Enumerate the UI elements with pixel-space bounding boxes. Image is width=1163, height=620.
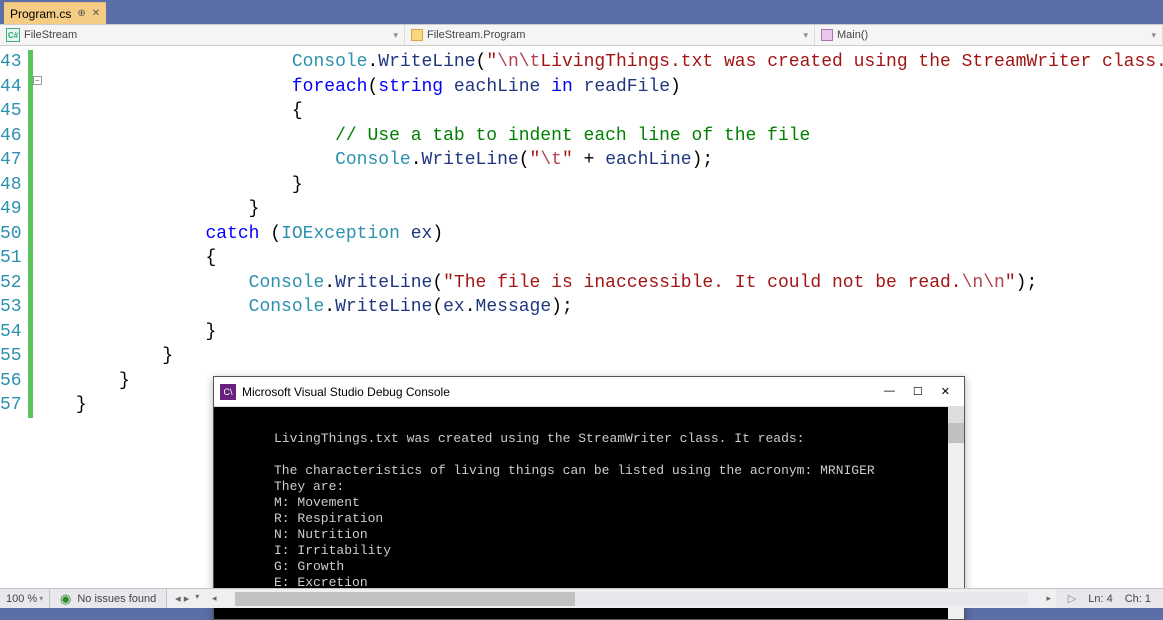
code-line[interactable]: // Use a tab to indent each line of the … bbox=[33, 124, 1163, 149]
line-number-gutter: 434445464748495051525354555657 bbox=[0, 46, 28, 588]
line-number: 52 bbox=[0, 271, 22, 296]
csharp-project-icon: C# bbox=[6, 28, 20, 42]
nav-method-dropdown[interactable]: Main() ▾ bbox=[815, 25, 1163, 45]
scroll-left-arrow[interactable]: ◂ bbox=[207, 593, 221, 604]
code-line[interactable]: } bbox=[33, 320, 1163, 345]
chevron-down-icon: ▾ bbox=[803, 30, 808, 41]
console-titlebar[interactable]: C\ Microsoft Visual Studio Debug Console… bbox=[214, 377, 964, 407]
line-number: 54 bbox=[0, 320, 22, 345]
line-number: 56 bbox=[0, 369, 22, 394]
line-number: 49 bbox=[0, 197, 22, 222]
chevron-down-icon: ▾ bbox=[393, 30, 398, 41]
nav-project-label: FileStream bbox=[24, 29, 77, 41]
line-number: 47 bbox=[0, 148, 22, 173]
line-number: 53 bbox=[0, 295, 22, 320]
code-line[interactable]: { bbox=[33, 246, 1163, 271]
vs-console-icon: C\ bbox=[220, 384, 236, 400]
issues-label: No issues found bbox=[77, 593, 156, 605]
debug-console-window: C\ Microsoft Visual Studio Debug Console… bbox=[213, 376, 965, 620]
code-line[interactable]: } bbox=[33, 344, 1163, 369]
zoom-level[interactable]: 100 % ▾ bbox=[0, 589, 50, 608]
code-editor: 434445464748495051525354555657 − Console… bbox=[0, 46, 1163, 588]
line-number: 50 bbox=[0, 222, 22, 247]
nav-class-dropdown[interactable]: FileStream.Program ▾ bbox=[405, 25, 815, 45]
line-number: 51 bbox=[0, 246, 22, 271]
code-line[interactable]: { bbox=[33, 99, 1163, 124]
document-tabstrip: Program.cs ⊕ ✕ bbox=[0, 0, 1163, 24]
code-line[interactable]: Console.WriteLine("\t" + eachLine); bbox=[33, 148, 1163, 173]
line-number: 44 bbox=[0, 75, 22, 100]
line-number: 43 bbox=[0, 50, 22, 75]
line-number: 46 bbox=[0, 124, 22, 149]
nav-next-icon[interactable]: ▷ bbox=[1068, 592, 1076, 605]
code-line[interactable]: Console.WriteLine("The file is inaccessi… bbox=[33, 271, 1163, 296]
method-icon bbox=[821, 29, 833, 41]
hscroll-thumb[interactable] bbox=[235, 592, 575, 606]
nav-class-label: FileStream.Program bbox=[427, 29, 525, 41]
maximize-button[interactable]: ☐ bbox=[913, 385, 923, 398]
navigation-bar: C# FileStream ▾ FileStream.Program ▾ Mai… bbox=[0, 24, 1163, 46]
console-text: LivingThings.txt was created using the S… bbox=[274, 431, 922, 606]
nav-project-dropdown[interactable]: C# FileStream ▾ bbox=[0, 25, 405, 45]
code-line[interactable]: } bbox=[33, 197, 1163, 222]
tab-label: Program.cs bbox=[10, 7, 71, 21]
tab-program-cs[interactable]: Program.cs ⊕ ✕ bbox=[4, 2, 106, 24]
code-line[interactable]: Console.WriteLine("\n\tLivingThings.txt … bbox=[33, 50, 1163, 75]
line-number: 45 bbox=[0, 99, 22, 124]
nav-method-label: Main() bbox=[837, 29, 868, 41]
line-number: 55 bbox=[0, 344, 22, 369]
code-line[interactable]: } bbox=[33, 173, 1163, 198]
close-button[interactable]: ✕ bbox=[941, 385, 950, 398]
chevron-down-icon: ▾ bbox=[1151, 30, 1156, 41]
class-icon bbox=[411, 29, 423, 41]
minimize-button[interactable]: — bbox=[884, 385, 895, 398]
ok-check-icon: ◉ bbox=[60, 591, 71, 607]
line-number: 48 bbox=[0, 173, 22, 198]
code-line[interactable]: Console.WriteLine(ex.Message); bbox=[33, 295, 1163, 320]
code-line[interactable]: catch (IOException ex) bbox=[33, 222, 1163, 247]
code-line[interactable]: foreach(string eachLine in readFile) bbox=[33, 75, 1163, 100]
horizontal-scrollbar[interactable]: ◂ ▸▾ ◂ ▸ bbox=[166, 589, 1056, 608]
scroll-right-arrow[interactable]: ▸ bbox=[1042, 593, 1056, 604]
console-scroll-thumb[interactable] bbox=[948, 423, 964, 443]
nav-back-forward[interactable]: ◂ ▸▾ bbox=[167, 592, 207, 605]
status-bar: 100 % ▾ ◉ No issues found ◂ ▸▾ ◂ ▸ ▷ Ln:… bbox=[0, 588, 1163, 608]
console-title: Microsoft Visual Studio Debug Console bbox=[242, 385, 450, 399]
zoom-label: 100 % bbox=[6, 593, 37, 605]
line-number-status[interactable]: Ln: 4 bbox=[1088, 593, 1112, 605]
line-number: 57 bbox=[0, 393, 22, 418]
close-icon[interactable]: ✕ bbox=[92, 8, 100, 19]
column-number-status[interactable]: Ch: 1 bbox=[1125, 593, 1151, 605]
error-status[interactable]: ◉ No issues found bbox=[50, 591, 166, 607]
chevron-down-icon: ▾ bbox=[39, 594, 43, 603]
pin-icon[interactable]: ⊕ bbox=[77, 8, 85, 19]
